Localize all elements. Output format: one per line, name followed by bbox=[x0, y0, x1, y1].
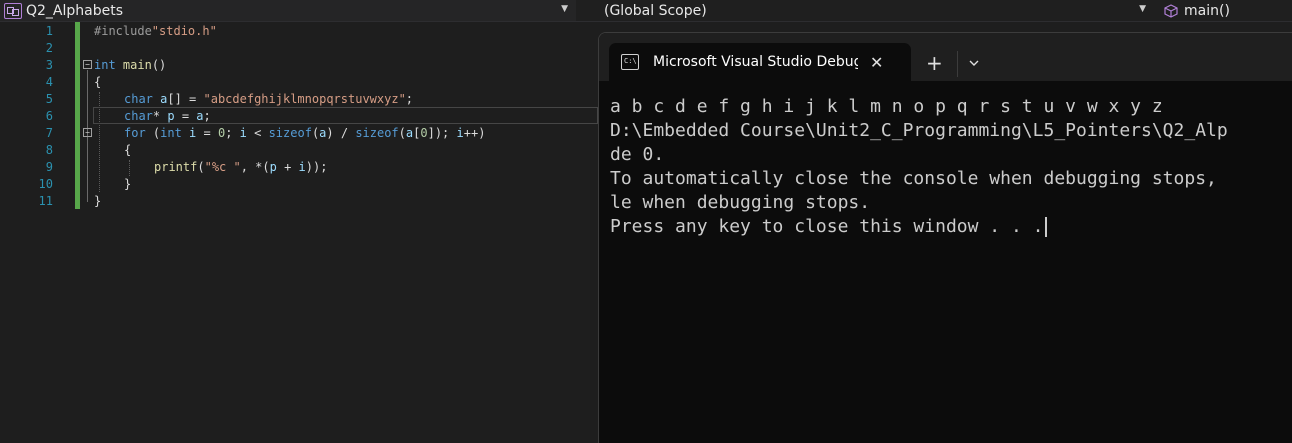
code-line-6: char* p = a; bbox=[124, 109, 211, 123]
scope-dropdown[interactable]: (Global Scope) ▼ bbox=[578, 0, 1154, 21]
tab-divider bbox=[957, 51, 958, 77]
line-number: 1 bbox=[45, 24, 53, 38]
code-line-3: int main() bbox=[94, 58, 167, 72]
code-editor[interactable]: 1 2 3 4 5 6 7 8 9 10 11 − − #include"std… bbox=[0, 22, 598, 443]
code-line-5: char a[] = "abcdefghijklmnopqrstuvwxyz"; bbox=[124, 92, 414, 106]
line-number: 11 bbox=[38, 194, 53, 208]
console-tab-title: Microsoft Visual Studio Debug Console bbox=[653, 54, 858, 70]
output-line: le when debugging stops. bbox=[610, 192, 871, 213]
prompt-text: Press any key to close this window . . . bbox=[610, 216, 1044, 237]
code-line-1: #include"stdio.h" bbox=[94, 24, 217, 38]
output-line: de 0. bbox=[610, 144, 665, 165]
console-tab[interactable]: C:\ Microsoft Visual Studio Debug Consol… bbox=[609, 43, 911, 81]
scope-label: (Global Scope) bbox=[604, 2, 707, 19]
code-line-9: printf("%c ", *(p + i)); bbox=[154, 160, 328, 174]
project-name: Q2_Alphabets bbox=[26, 2, 124, 19]
code-line-11: } bbox=[94, 194, 102, 208]
project-dropdown[interactable]: Q2_Alphabets ▼ bbox=[0, 0, 576, 21]
line-number: 8 bbox=[45, 143, 53, 157]
dropdown-arrow-icon: ▼ bbox=[1139, 4, 1146, 14]
method-cube-icon bbox=[1164, 3, 1178, 18]
line-number-gutter: 1 2 3 4 5 6 7 8 9 10 11 bbox=[0, 22, 56, 443]
collapse-icon[interactable]: − bbox=[83, 128, 92, 137]
terminal-icon: C:\ bbox=[621, 54, 639, 70]
output-line-prompt: Press any key to close this window . . . bbox=[610, 215, 1292, 239]
output-line: To automatically close the console when … bbox=[610, 168, 1217, 189]
code-line-7: for (int i = 0; i < sizeof(a) / sizeof(a… bbox=[124, 126, 486, 140]
member-label: main() bbox=[1184, 2, 1230, 19]
line-number: 3 bbox=[45, 58, 53, 72]
close-icon[interactable]: ✕ bbox=[870, 53, 883, 72]
line-number: 6 bbox=[45, 109, 53, 123]
member-dropdown[interactable]: main() bbox=[1156, 0, 1292, 21]
collapse-icon[interactable]: − bbox=[83, 60, 92, 69]
line-number: 4 bbox=[45, 75, 53, 89]
change-tracking-bar bbox=[75, 22, 80, 209]
code-line-4: { bbox=[94, 75, 102, 89]
chevron-down-icon[interactable] bbox=[967, 55, 981, 69]
code-line-10: } bbox=[124, 177, 132, 191]
console-output[interactable]: a b c d e f g h i j k l m n o p q r s t … bbox=[610, 95, 1292, 239]
project-icon bbox=[4, 2, 22, 19]
output-line: a b c d e f g h i j k l m n o p q r s t … bbox=[610, 96, 1163, 117]
line-number: 7 bbox=[45, 126, 53, 140]
code-line-8: { bbox=[124, 143, 132, 157]
line-number: 5 bbox=[45, 92, 53, 106]
output-line: D:\Embedded Course\Unit2_C_Programming\L… bbox=[610, 120, 1228, 141]
new-tab-icon[interactable]: + bbox=[926, 53, 943, 73]
navigation-bar: Q2_Alphabets ▼ (Global Scope) ▼ main() bbox=[0, 0, 1292, 22]
line-number: 10 bbox=[38, 177, 53, 191]
text-cursor bbox=[1045, 217, 1048, 237]
line-number: 9 bbox=[45, 160, 53, 174]
dropdown-arrow-icon: ▼ bbox=[561, 4, 568, 14]
line-number: 2 bbox=[45, 41, 53, 55]
indent-guide bbox=[129, 160, 130, 176]
debug-console-window[interactable]: C:\ Microsoft Visual Studio Debug Consol… bbox=[598, 32, 1292, 443]
console-tab-strip: C:\ Microsoft Visual Studio Debug Consol… bbox=[599, 33, 1292, 81]
